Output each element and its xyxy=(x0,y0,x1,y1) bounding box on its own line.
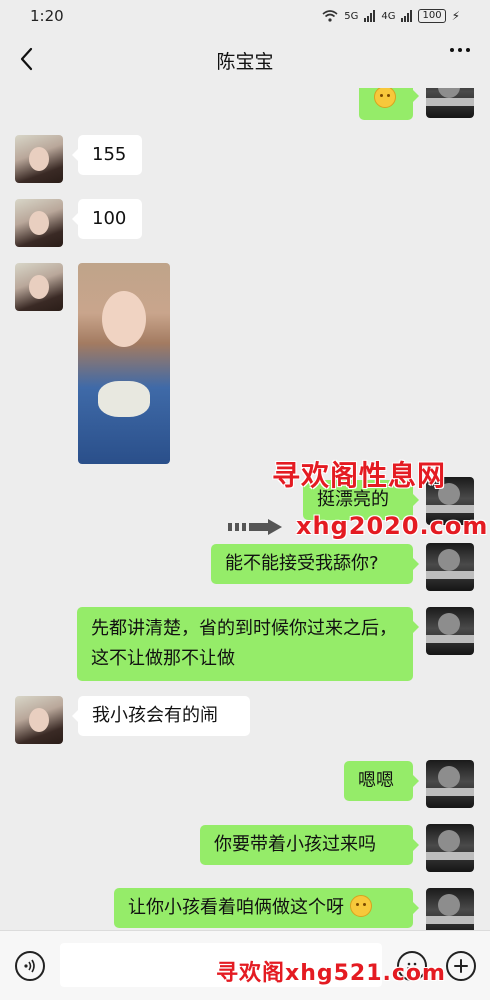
more-button[interactable] xyxy=(450,48,470,52)
avatar-self[interactable] xyxy=(426,824,474,872)
back-button[interactable] xyxy=(14,44,44,74)
message-bubble[interactable]: 你要带着小孩过来吗 xyxy=(200,825,419,865)
add-icon xyxy=(454,959,468,973)
status-time: 1:20 xyxy=(30,7,64,25)
status-icons: 5G 4G 100 ⚡ xyxy=(322,9,460,23)
avatar-self[interactable] xyxy=(426,760,474,808)
chat-header: 陈宝宝 xyxy=(0,32,490,88)
message-bubble[interactable]: 我小孩会有的闹 xyxy=(72,696,250,736)
more-dots-icon xyxy=(450,48,454,52)
signal-icon xyxy=(364,10,376,22)
message-bubble[interactable]: 先都讲清楚，省的到时候你过来之后，这不让做那不让做 xyxy=(77,607,419,681)
add-button[interactable] xyxy=(446,951,476,981)
message-bubble[interactable]: 100 xyxy=(72,199,142,239)
chat-title: 陈宝宝 xyxy=(216,50,274,73)
voice-button[interactable] xyxy=(15,951,45,981)
battery-icon: 100 xyxy=(418,9,446,23)
message-text: 你要带着小孩过来吗 xyxy=(214,834,376,855)
avatar-contact[interactable] xyxy=(15,135,63,183)
message-text: 我小孩会有的闹 xyxy=(92,705,218,726)
chevron-left-icon xyxy=(20,47,33,71)
message-text: 100 xyxy=(92,208,127,229)
network-label-2: 4G xyxy=(381,10,396,22)
avatar-contact[interactable] xyxy=(15,199,63,247)
input-bar: 寻欢阁xhg521.com xyxy=(0,930,490,1000)
message-list[interactable]: 155 100 挺漂亮的 能不能接受我舔你? 先都讲清楚，省的到时候你过来之后，… xyxy=(0,88,490,930)
avatar-self[interactable] xyxy=(426,543,474,591)
watermark-bottom: 寻欢阁xhg521.com xyxy=(216,961,446,986)
status-bar: 1:20 5G 4G 100 ⚡ xyxy=(0,0,490,32)
message-text: 让你小孩看着咱俩做这个呀 xyxy=(128,897,344,918)
photo-face xyxy=(102,291,146,347)
message-bubble[interactable]: 能不能接受我舔你? xyxy=(211,544,419,584)
watermark-top-title: 寻欢阁性息网 xyxy=(272,459,447,492)
watermark-top-url: xhg2020.com xyxy=(296,512,489,540)
message-text: 能不能接受我舔你? xyxy=(225,553,379,574)
charging-icon: ⚡ xyxy=(451,9,460,23)
message-bubble[interactable]: 155 xyxy=(72,135,142,175)
network-label-1: 5G xyxy=(344,10,359,22)
avatar-self[interactable] xyxy=(426,88,474,118)
message-text: 先都讲清楚，省的到时候你过来之后，这不让做那不让做 xyxy=(91,618,397,669)
avatar-self[interactable] xyxy=(426,888,474,930)
laugh-emoji-icon xyxy=(349,895,372,917)
photo-collar xyxy=(98,381,150,417)
message-bubble[interactable]: 让你小孩看着咱俩做这个呀 xyxy=(114,888,419,928)
arrow-icon xyxy=(228,519,282,535)
avatar-contact[interactable] xyxy=(15,263,63,311)
avatar-self[interactable] xyxy=(426,607,474,655)
smile-emoji-icon xyxy=(374,88,396,108)
message-bubble-emoji[interactable] xyxy=(359,88,419,120)
message-bubble[interactable]: 嗯嗯 xyxy=(344,761,419,801)
wifi-icon xyxy=(322,10,338,22)
avatar-contact[interactable] xyxy=(15,696,63,744)
message-image[interactable] xyxy=(78,263,170,464)
message-text: 嗯嗯 xyxy=(358,770,394,791)
message-text: 155 xyxy=(92,144,127,165)
signal-icon-2 xyxy=(401,10,413,22)
voice-icon xyxy=(24,959,35,973)
